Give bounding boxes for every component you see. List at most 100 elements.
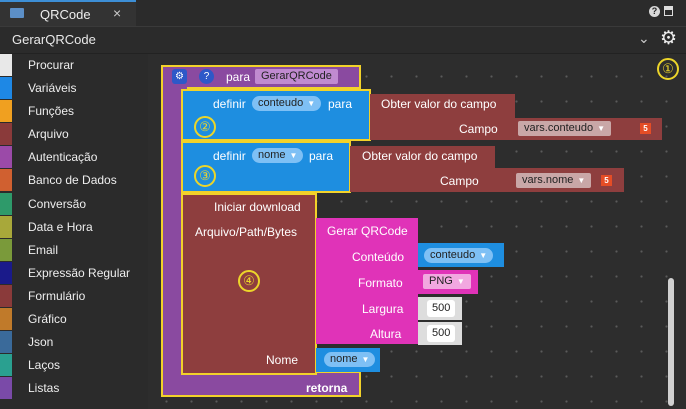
sidebar-item-label: Conversão (28, 196, 87, 211)
category-color-swatch (0, 215, 12, 238)
nome-var-dropdown[interactable]: nome ▼ (324, 352, 376, 367)
sidebar-item-label: Banco de Dados (28, 173, 117, 188)
sidebar-item-label: Formulário (28, 288, 86, 303)
category-color-swatch (0, 354, 12, 377)
tab-title: QRCode (40, 7, 91, 22)
html5-icon: 5 (640, 123, 651, 134)
sidebar-item-label: Expressão Regular (28, 265, 131, 280)
sidebar-item[interactable]: Email (0, 238, 148, 262)
sidebar-item-label: Data e Hora (28, 219, 93, 234)
marker-3: ③ (194, 165, 216, 187)
qr-formato-dropdown[interactable]: PNG ▼ (423, 274, 471, 289)
sidebar-item[interactable]: Formulário (0, 284, 148, 308)
close-icon[interactable]: × (113, 5, 121, 21)
qr-largura-input[interactable]: 500 (427, 300, 456, 317)
sidebar-item[interactable]: Autenticação (0, 146, 148, 169)
sidebar-item[interactable]: Arquivo (0, 123, 148, 146)
sidebar-item[interactable]: Listas (0, 377, 148, 400)
function-para-label: para (226, 70, 251, 84)
sidebar-item[interactable]: Expressão Regular (0, 261, 148, 285)
set1-para-label: para (328, 97, 353, 111)
qr-formato-value: PNG (429, 275, 453, 287)
sidebar-item[interactable]: Funções (0, 100, 148, 123)
category-color-swatch (0, 331, 12, 354)
sidebar-item[interactable]: Json (0, 331, 148, 354)
retorna-label: retorna (306, 381, 348, 395)
editor-header: GerarQRCode ⌄ ⚙ (0, 27, 686, 54)
field2-dropdown[interactable]: vars.nome ▼ (516, 173, 592, 188)
qr-largura-label: Largura (362, 302, 404, 316)
marker-2: ② (194, 116, 216, 138)
sidebar-item-label: Procurar (28, 58, 75, 72)
gear-icon[interactable]: ⚙ (172, 69, 187, 84)
help-icon[interactable]: ? (649, 6, 660, 17)
help-icon[interactable]: ? (199, 69, 214, 84)
category-color-swatch (0, 308, 12, 331)
dropdown-arrow-icon: ▼ (577, 176, 586, 185)
get1-title: Obter valor do campo (381, 97, 497, 111)
dropdown-arrow-icon: ▼ (479, 251, 488, 260)
sidebar-item[interactable]: Laços (0, 354, 148, 377)
sidebar-item-label: Funções (28, 104, 75, 119)
dropdown-arrow-icon: ▼ (361, 355, 370, 364)
window-icon[interactable] (664, 6, 673, 16)
gear-icon[interactable]: ⚙ (660, 27, 677, 50)
sidebar-item[interactable]: Data e Hora (0, 215, 148, 239)
sidebar-item-label: Autenticação (28, 150, 98, 165)
dropdown-arrow-icon: ▼ (456, 277, 465, 286)
function-name-field[interactable]: GerarQRCode (255, 69, 338, 84)
set2-var-value: nome (258, 149, 286, 161)
dropdown-arrow-icon: ▼ (289, 151, 298, 160)
category-color-swatch (0, 54, 12, 76)
sidebar-item[interactable]: Banco de Dados (0, 169, 148, 192)
qr-conteudo-label: Conteúdo (352, 250, 405, 264)
tab-bar: QRCode × ? (0, 0, 686, 27)
category-color-swatch (0, 284, 12, 307)
category-color-swatch (0, 169, 12, 192)
qr-altura-label: Altura (370, 327, 402, 341)
sidebar-item-label: Variáveis (28, 81, 77, 96)
get1-campo-label: Campo (459, 122, 498, 136)
field1-value: vars.conteudo (524, 122, 594, 134)
set2-var-dropdown[interactable]: nome ▼ (252, 148, 304, 163)
qr-title: Gerar QRCode (327, 224, 408, 238)
set1-definir-label: definir (213, 97, 246, 111)
sidebar-item-label: Listas (28, 381, 60, 396)
sidebar-item[interactable]: Procurar (0, 54, 148, 77)
category-color-swatch (0, 261, 12, 284)
get2-campo-label: Campo (440, 174, 479, 188)
qr-altura-input[interactable]: 500 (427, 325, 456, 342)
set1-var-dropdown[interactable]: conteudo ▼ (252, 96, 322, 111)
sidebar-item[interactable]: Gráfico (0, 308, 148, 331)
toolbox-sidebar: Procurar Variáveis Funções Arquivo Autentica… (0, 54, 148, 409)
workspace-scrollbar[interactable] (668, 278, 674, 406)
tab-qrcode[interactable]: QRCode × (0, 0, 136, 26)
category-color-swatch (0, 377, 12, 400)
nome-var-value: nome (330, 353, 358, 365)
category-color-swatch (0, 192, 12, 215)
qr-formato-label: Formato (358, 276, 403, 290)
category-color-swatch (0, 238, 12, 261)
chevron-down-icon[interactable]: ⌄ (638, 30, 650, 47)
field2-value: vars.nome (522, 174, 574, 186)
qr-conteudo-dropdown[interactable]: conteudo ▼ (424, 248, 494, 263)
qr-conteudo-value: conteudo (430, 249, 476, 261)
get2-title: Obter valor do campo (362, 149, 478, 163)
download-title: Iniciar download (214, 200, 301, 214)
category-color-swatch (0, 100, 12, 123)
category-color-swatch (0, 123, 12, 146)
sidebar-item[interactable]: Conversão (0, 192, 148, 216)
sidebar-item-label: Laços (28, 358, 61, 373)
sidebar-item-label: Arquivo (28, 127, 69, 142)
blocks-workspace[interactable]: ⚙ ? para GerarQRCode retorna definir con… (148, 54, 686, 409)
sidebar-item[interactable]: Variáveis (0, 77, 148, 100)
set2-para-label: para (309, 149, 334, 163)
dropdown-arrow-icon: ▼ (597, 124, 606, 133)
sidebar-item-label: Email (28, 242, 59, 257)
html5-icon: 5 (601, 175, 612, 186)
download-arg-label: Arquivo/Path/Bytes (195, 225, 298, 239)
sidebar-item-label: Gráfico (28, 312, 67, 327)
sidebar-item-label: Json (28, 335, 54, 350)
field1-dropdown[interactable]: vars.conteudo ▼ (518, 121, 612, 136)
marker-1: ① (657, 58, 679, 80)
